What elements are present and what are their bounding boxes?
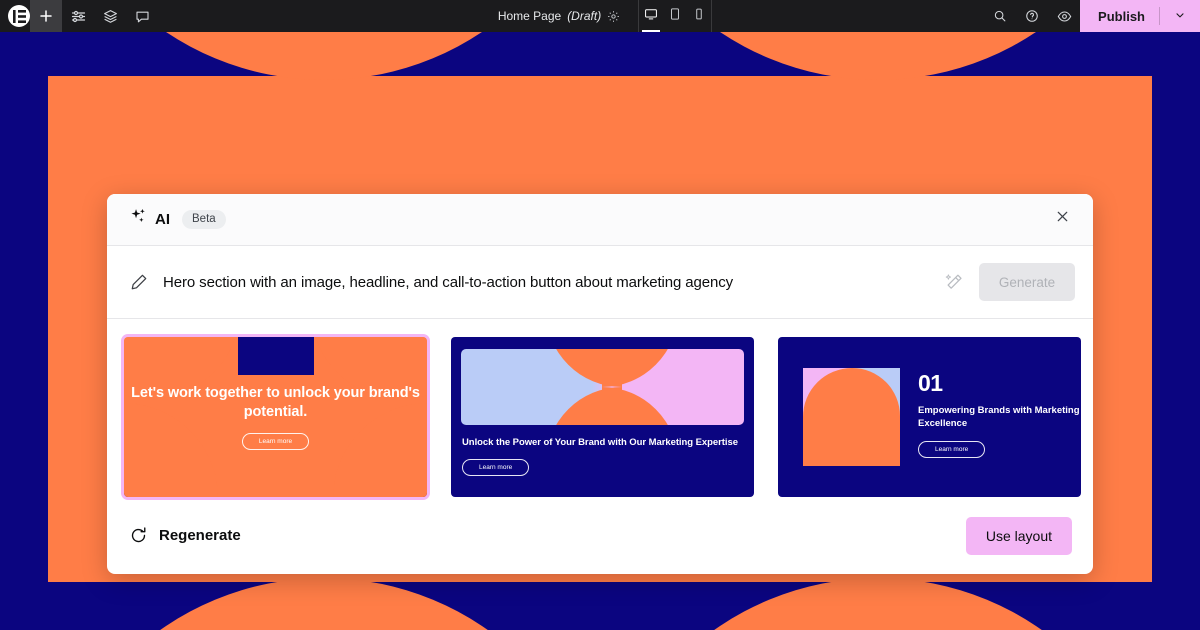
magic-wand-icon[interactable] bbox=[944, 272, 965, 293]
layout-result-card-2[interactable]: Unlock the Power of Your Brand with Our … bbox=[451, 337, 754, 498]
close-icon bbox=[1055, 209, 1070, 229]
eye-icon bbox=[1057, 9, 1072, 24]
card3-number: 01 bbox=[918, 370, 943, 397]
device-tablet-button[interactable] bbox=[663, 0, 687, 32]
publish-label: Publish bbox=[1098, 8, 1145, 24]
top-bar-right-group: Publish bbox=[984, 0, 1200, 32]
close-dialog-button[interactable] bbox=[1049, 206, 1075, 232]
dialog-header: AI Beta bbox=[107, 194, 1093, 246]
layout-results: Let's work together to unlock your brand… bbox=[107, 319, 1093, 501]
regenerate-label: Regenerate bbox=[159, 527, 241, 545]
chevron-down-icon[interactable] bbox=[1174, 9, 1186, 24]
document-title-text: Home Page bbox=[497, 9, 562, 23]
search-icon bbox=[993, 9, 1007, 23]
device-mode-switcher bbox=[638, 0, 713, 32]
help-button[interactable] bbox=[1016, 0, 1048, 32]
card3-petal-right bbox=[852, 368, 900, 467]
dialog-footer: Regenerate Use layout bbox=[107, 497, 1093, 574]
plus-icon bbox=[39, 9, 53, 23]
elementor-logo-icon[interactable] bbox=[8, 5, 30, 27]
refresh-icon bbox=[129, 526, 148, 545]
tablet-icon bbox=[668, 7, 682, 26]
card2-content: Unlock the Power of Your Brand with Our … bbox=[462, 436, 738, 477]
publish-button[interactable]: Publish bbox=[1080, 0, 1200, 32]
layers-icon bbox=[103, 9, 118, 24]
device-desktop-button[interactable] bbox=[639, 0, 663, 32]
card2-petal-top-right bbox=[602, 349, 678, 388]
prompt-row: Hero section with an image, headline, an… bbox=[107, 245, 1093, 320]
card2-heading: Unlock the Power of Your Brand with Our … bbox=[462, 437, 738, 449]
preview-button[interactable] bbox=[1048, 0, 1080, 32]
ai-layout-dialog: AI Beta Hero section with an image, head… bbox=[107, 194, 1093, 574]
desktop-icon bbox=[644, 7, 658, 26]
mobile-icon bbox=[692, 7, 706, 26]
card1-cta-button[interactable]: Learn more bbox=[241, 433, 310, 451]
card1-content: Let's work together to unlock your brand… bbox=[124, 337, 427, 497]
publish-divider bbox=[1159, 7, 1160, 25]
document-state-text: (Draft) bbox=[567, 9, 602, 23]
comment-bubble-icon bbox=[135, 9, 150, 24]
notes-button[interactable] bbox=[126, 0, 158, 32]
gear-icon[interactable] bbox=[607, 10, 620, 23]
regenerate-button[interactable]: Regenerate bbox=[129, 526, 241, 545]
beta-badge: Beta bbox=[182, 209, 226, 229]
sliders-icon bbox=[71, 9, 86, 24]
card3-image bbox=[803, 368, 900, 467]
layout-result-card-3[interactable]: 01 Empowering Brands with Marketing Exce… bbox=[778, 337, 1081, 498]
card2-image bbox=[461, 349, 744, 426]
card2-cta-button[interactable]: Learn more bbox=[462, 459, 530, 477]
site-settings-button[interactable] bbox=[62, 0, 94, 32]
card3-cta-button[interactable]: Learn more bbox=[918, 441, 986, 459]
card3-content: 01 Empowering Brands with Marketing Exce… bbox=[918, 370, 1081, 459]
finder-search-button[interactable] bbox=[984, 0, 1016, 32]
ai-sparkles-icon bbox=[129, 207, 148, 231]
ai-branding: AI bbox=[129, 207, 170, 231]
add-element-button[interactable] bbox=[30, 0, 62, 32]
generate-button[interactable]: Generate bbox=[979, 263, 1075, 302]
editor-top-bar: Home Page (Draft) Publish bbox=[0, 0, 1200, 32]
structure-button[interactable] bbox=[94, 0, 126, 32]
layout-result-card-1[interactable]: Let's work together to unlock your brand… bbox=[121, 334, 430, 501]
card2-petal-bottom-right bbox=[602, 387, 678, 426]
dialog-title: AI bbox=[155, 210, 170, 228]
top-bar-left-group bbox=[0, 0, 158, 32]
pencil-icon bbox=[129, 272, 149, 292]
prompt-input[interactable]: Hero section with an image, headline, an… bbox=[163, 274, 930, 291]
question-circle-icon bbox=[1025, 9, 1039, 23]
device-mobile-button[interactable] bbox=[687, 0, 711, 32]
document-title[interactable]: Home Page (Draft) bbox=[488, 9, 630, 23]
card3-heading: Empowering Brands with Marketing Excelle… bbox=[918, 405, 1080, 430]
use-layout-button[interactable]: Use layout bbox=[965, 516, 1072, 555]
card1-heading: Let's work together to unlock your brand… bbox=[131, 385, 420, 420]
